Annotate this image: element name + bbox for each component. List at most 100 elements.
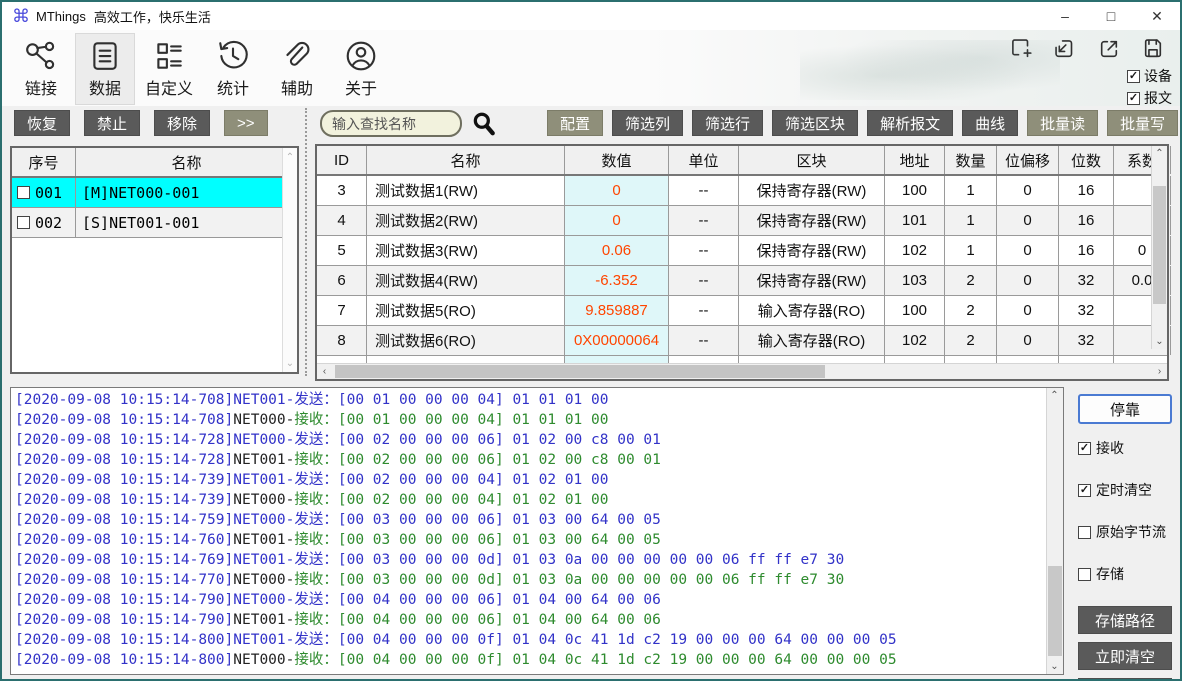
grid-cell-unit: -- [669, 236, 739, 265]
log-option-2[interactable]: ✓定时清空 [1078, 480, 1176, 500]
log-button-1[interactable]: 存储路径 [1078, 606, 1172, 634]
log-direction: 接收： [294, 532, 338, 548]
grid-cell-qty: 2 [945, 326, 997, 355]
data-action-button-3[interactable]: 筛选行 [692, 110, 763, 136]
grid-cell-unit: -- [669, 326, 739, 355]
grid-header-2: 名称 [367, 146, 565, 174]
log-scrollbar[interactable]: ⌃ ⌄ [1046, 388, 1063, 674]
app-title: MThings [36, 9, 86, 24]
grid-row[interactable]: 8测试数据6(RO)0X00000064--输入寄存器(RO)1022032 [317, 326, 1167, 356]
search-input[interactable] [320, 110, 462, 137]
toolbar-item-3[interactable]: 自定义 [140, 34, 198, 104]
grid-cell-address: 101 [885, 206, 945, 235]
grid-cell-value: 0.06 [565, 236, 669, 265]
grid-cell-value: -6.352 [565, 266, 669, 295]
log-button-2[interactable]: 立即清空 [1078, 642, 1172, 670]
save-floppy-button[interactable] [1140, 36, 1166, 67]
device-row[interactable]: 001[M]NET000-001 [12, 178, 297, 208]
log-direction: 发送： [294, 632, 338, 648]
search-icon[interactable] [471, 111, 497, 137]
checkbox[interactable] [17, 216, 30, 229]
log-payload: [00 03 00 00 00 06] 01 03 00 64 00 05 [338, 532, 661, 548]
panel-splitter[interactable] [305, 108, 307, 376]
scroll-up-icon[interactable]: ⌃ [1047, 388, 1062, 403]
grid-vertical-scrollbar[interactable]: ⌃ ⌄ [1151, 146, 1167, 349]
grid-cell-bits: 16 [1059, 206, 1114, 235]
scroll-down-icon[interactable]: ⌄ [1047, 659, 1062, 674]
scroll-left-icon[interactable]: ‹ [317, 364, 332, 379]
grid-cell-id: 6 [317, 266, 367, 295]
device-action-button-3[interactable]: 移除 [154, 110, 210, 136]
device-action-button-4[interactable]: >> [224, 110, 268, 136]
grid-cell-bit_offset: 0 [997, 296, 1059, 325]
data-action-button-1[interactable]: 配置 [547, 110, 603, 136]
scroll-down-icon[interactable]: ⌄ [283, 356, 297, 370]
data-action-button-8[interactable]: 批量写 [1107, 110, 1178, 136]
log-timestamp: [2020-09-08 10:15:14-760] [15, 532, 233, 548]
view-toggle-label: 设备 [1144, 66, 1172, 86]
log-timestamp: [2020-09-08 10:15:14-728] [15, 452, 233, 468]
grid-horizontal-scrollbar[interactable]: ‹ › [317, 363, 1167, 379]
log-line: [2020-09-08 10:15:14-728]NET001-接收：[00 0… [15, 450, 1043, 470]
checkbox[interactable] [1078, 568, 1091, 581]
scroll-right-icon[interactable]: › [1152, 364, 1167, 379]
toolbar-item-5[interactable]: 辅助 [268, 34, 326, 104]
title-bar: ⌘ MThings 高效工作，快乐生活 – □ ✕ [2, 2, 1180, 30]
log-timestamp: [2020-09-08 10:15:14-708] [15, 412, 233, 428]
grid-cell-value: 9.859887 [565, 296, 669, 325]
view-toggle-label: 报文 [1144, 88, 1172, 108]
log-option-3[interactable]: 原始字节流 [1078, 522, 1176, 542]
log-option-4[interactable]: 存储 [1078, 564, 1176, 584]
checkbox[interactable]: ✓ [1078, 442, 1091, 455]
device-list-scrollbar[interactable]: ⌃ ⌄ [282, 148, 297, 372]
grid-cell-qty: 1 [945, 236, 997, 265]
grid-header-5: 区块 [739, 146, 885, 174]
toolbar-item-1[interactable]: 链接 [12, 34, 70, 104]
grid-row[interactable]: 3测试数据1(RW)0--保持寄存器(RW)1001016 [317, 176, 1167, 206]
checkbox[interactable] [1078, 526, 1091, 539]
close-button[interactable]: ✕ [1134, 2, 1180, 30]
checkbox[interactable]: ✓ [1127, 70, 1140, 83]
log-line: [2020-09-08 10:15:14-800]NET001-发送：[00 0… [15, 630, 1043, 650]
checkbox[interactable] [17, 186, 30, 199]
toolbar-item-4[interactable]: 统计 [204, 34, 262, 104]
scroll-down-icon[interactable]: ⌄ [1152, 334, 1167, 349]
scroll-up-icon[interactable]: ⌃ [1152, 146, 1167, 161]
data-action-button-5[interactable]: 解析报文 [867, 110, 953, 136]
data-action-button-2[interactable]: 筛选列 [612, 110, 683, 136]
device-action-button-1[interactable]: 恢复 [14, 110, 70, 136]
user-circle-icon [344, 39, 378, 73]
device-action-button-2[interactable]: 禁止 [84, 110, 140, 136]
toolbar-item-2[interactable]: 数据 [76, 34, 134, 104]
data-action-button-4[interactable]: 筛选区块 [772, 110, 858, 136]
data-action-button-7[interactable]: 批量读 [1027, 110, 1098, 136]
toolbar-item-6[interactable]: 关于 [332, 34, 390, 104]
view-toggle-2[interactable]: ✓ 报文 [1127, 88, 1172, 108]
grid-cell-id: 7 [317, 296, 367, 325]
checkbox[interactable]: ✓ [1078, 484, 1091, 497]
grid-cell-bits: 32 [1059, 296, 1114, 325]
checkbox[interactable]: ✓ [1127, 92, 1140, 105]
scroll-up-icon[interactable]: ⌃ [283, 150, 297, 164]
grid-row[interactable]: 7测试数据5(RO)9.859887--输入寄存器(RO)1002032 [317, 296, 1167, 326]
log-device: NET000- [233, 492, 294, 508]
new-window-plus-button[interactable] [1008, 36, 1034, 67]
dock-button[interactable]: 停靠 [1078, 394, 1172, 424]
log-timestamp: [2020-09-08 10:15:14-708] [15, 392, 233, 408]
grid-header-3: 数值 [565, 146, 669, 174]
data-action-button-6[interactable]: 曲线 [962, 110, 1018, 136]
log-timestamp: [2020-09-08 10:15:14-769] [15, 552, 233, 568]
view-toggle-1[interactable]: ✓ 设备 [1127, 66, 1172, 86]
device-row-name-cell: [S]NET001-001 [76, 208, 297, 237]
maximize-button[interactable]: □ [1088, 2, 1134, 30]
grid-row[interactable]: 6测试数据4(RW)-6.352--保持寄存器(RW)10320320.0 [317, 266, 1167, 296]
log-option-1[interactable]: ✓接收 [1078, 438, 1176, 458]
device-row[interactable]: 002[S]NET001-001 [12, 208, 297, 238]
export-arrow-button[interactable] [1096, 36, 1122, 67]
minimize-button[interactable]: – [1042, 2, 1088, 30]
grid-row[interactable]: 5测试数据3(RW)0.06--保持寄存器(RW)10210160 [317, 236, 1167, 266]
grid-cell-qty: 2 [945, 296, 997, 325]
log-line: [2020-09-08 10:15:14-739]NET000-接收：[00 0… [15, 490, 1043, 510]
import-arrow-button[interactable] [1052, 36, 1078, 67]
grid-row[interactable]: 4测试数据2(RW)0--保持寄存器(RW)1011016 [317, 206, 1167, 236]
